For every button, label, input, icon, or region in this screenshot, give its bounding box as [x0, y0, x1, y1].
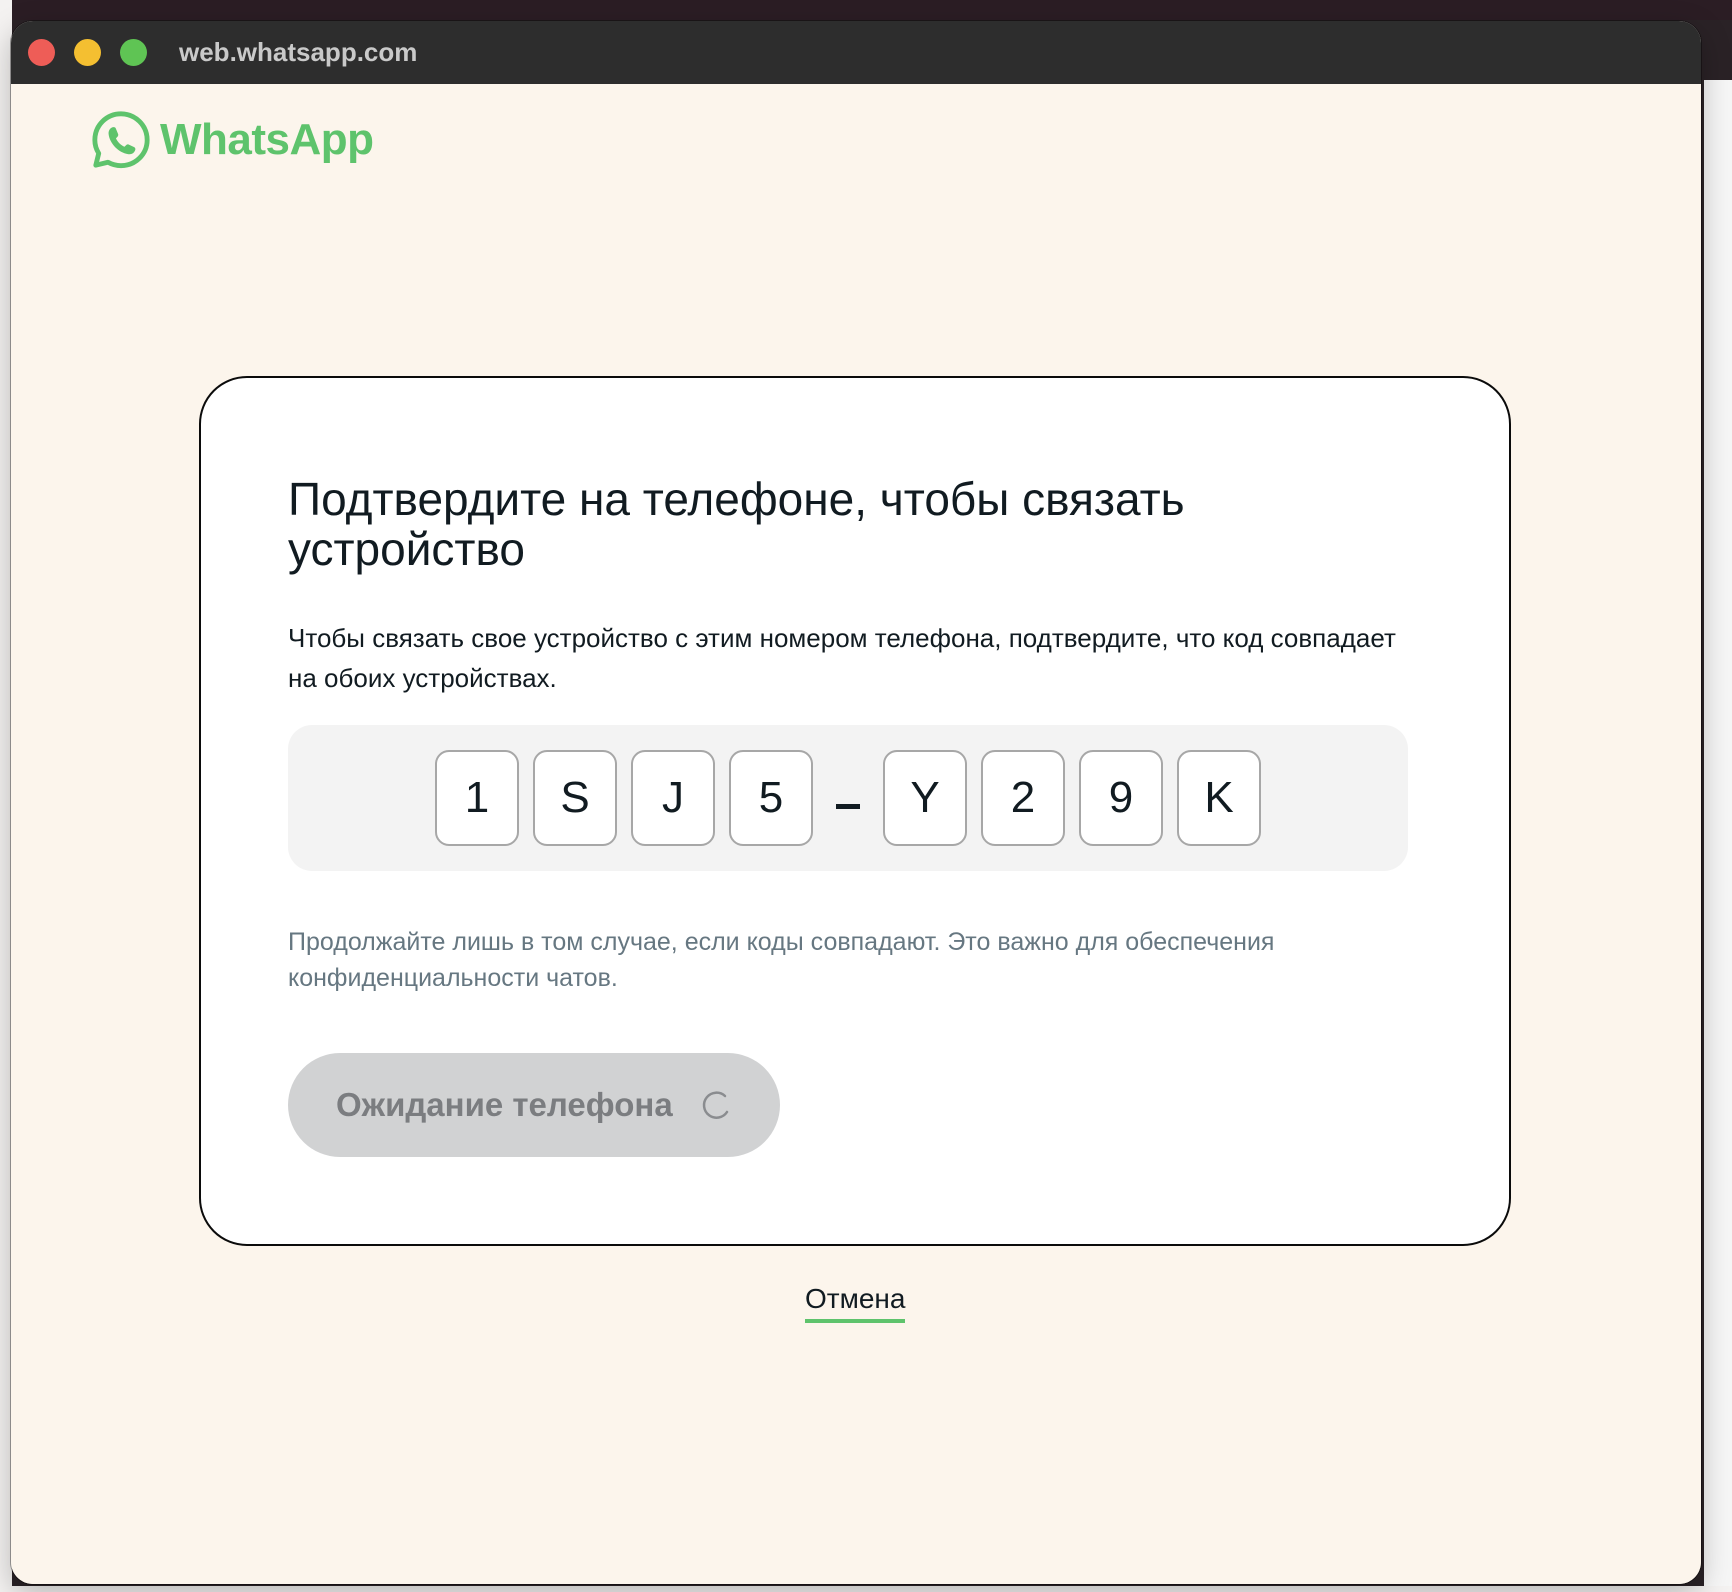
- dialog-note: Продолжайте лишь в том случае, если коды…: [288, 928, 1275, 992]
- spinner-icon: [702, 1091, 728, 1119]
- page-url: web.whatsapp.com: [179, 37, 418, 67]
- dialog-description: Чтобы связать свое устройство с этим ном…: [288, 623, 1396, 693]
- browser-window: web.whatsapp.com WhatsApp Подтвердите на…: [11, 21, 1701, 1584]
- code-character: 5: [729, 750, 813, 846]
- code-character: Y: [883, 750, 967, 846]
- minimize-window-button[interactable]: [74, 39, 101, 66]
- whatsapp-logo: WhatsApp: [90, 107, 374, 173]
- code-character: 2: [981, 750, 1065, 846]
- background-bottom-edge: [0, 1586, 1732, 1592]
- close-window-button[interactable]: [28, 39, 55, 66]
- maximize-window-button[interactable]: [120, 39, 147, 66]
- code-character: J: [631, 750, 715, 846]
- code-separator: [836, 803, 860, 809]
- code-character: 1: [435, 750, 519, 846]
- code-character: K: [1177, 750, 1261, 846]
- dialog-title: Подтвердите на телефоне, чтобы связать у…: [288, 473, 1185, 575]
- brand-name: WhatsApp: [160, 115, 374, 164]
- code-character: 9: [1079, 750, 1163, 846]
- page-content: WhatsApp Подтвердите на телефоне, чтобы …: [11, 84, 1701, 1584]
- background-right-edge: [1704, 80, 1732, 1592]
- link-device-dialog: Подтвердите на телефоне, чтобы связать у…: [199, 376, 1511, 1246]
- waiting-for-phone-button[interactable]: Ожидание телефона: [288, 1053, 780, 1157]
- code-character: S: [533, 750, 617, 846]
- whatsapp-logo-icon: [92, 111, 150, 169]
- cancel-link[interactable]: Отмена: [805, 1283, 906, 1323]
- background-top-bar: [0, 0, 1732, 20]
- pairing-code: 1 S J 5 Y 2 9 K: [288, 725, 1408, 871]
- window-titlebar[interactable]: web.whatsapp.com: [11, 21, 1701, 84]
- waiting-for-phone-label: Ожидание телефона: [336, 1086, 673, 1123]
